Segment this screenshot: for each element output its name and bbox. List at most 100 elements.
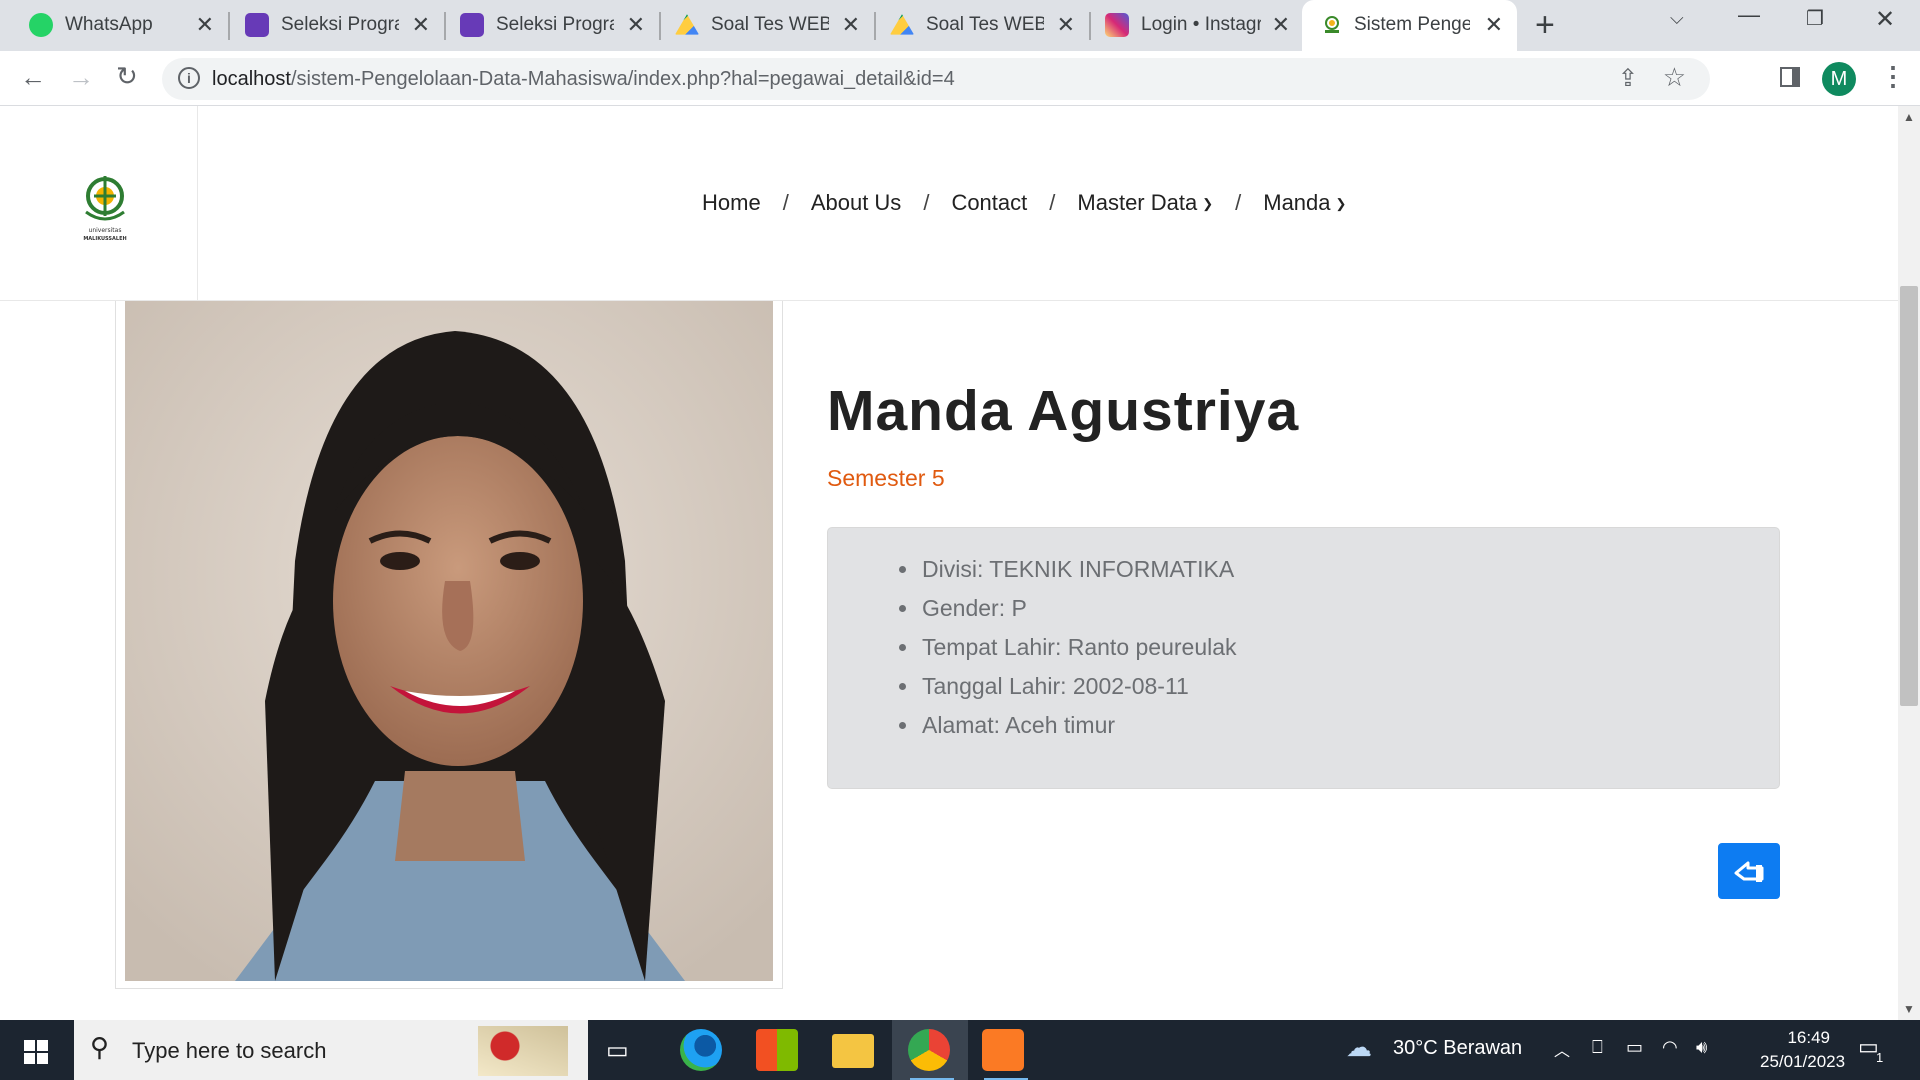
logo-container: universitas MALIKUSSALEH: [0, 106, 198, 301]
page-scrollbar[interactable]: ▲ ▼: [1898, 106, 1920, 1020]
close-tab-icon[interactable]: ✕: [842, 12, 860, 38]
clock-date: 25/01/2023: [1760, 1052, 1846, 1071]
google-forms-icon: [245, 13, 269, 37]
instagram-icon: [1105, 13, 1129, 37]
volume-icon[interactable]: 🔊︎: [1696, 1037, 1707, 1058]
system-clock[interactable]: 16:49 25/01/2023: [1760, 1026, 1846, 1074]
edge-browser-icon[interactable]: [680, 1029, 722, 1071]
profile-name: Manda Agustriya: [827, 379, 1300, 443]
wifi-icon[interactable]: ◠: [1662, 1037, 1678, 1058]
nav-master-data[interactable]: Master Data ❯: [1077, 190, 1213, 216]
bookmark-star-icon[interactable]: ☆: [1663, 62, 1686, 93]
device-icon[interactable]: ⎕: [1592, 1037, 1603, 1058]
google-drive-icon: [890, 14, 914, 35]
tab-title: Soal Tes WEB D: [711, 14, 829, 35]
scroll-down-icon[interactable]: ▼: [1903, 1002, 1915, 1016]
windows-taskbar: ⚲ Type here to search ▭ ☁ 30°C Berawan ︿…: [0, 1020, 1920, 1080]
file-explorer-icon[interactable]: [832, 1034, 874, 1068]
profile-details-list: Divisi: TEKNIK INFORMATIKA Gender: P Tem…: [920, 550, 1237, 745]
detail-tempat-lahir: Tempat Lahir: Ranto peureulak: [920, 628, 1237, 667]
scrollbar-thumb[interactable]: [1900, 286, 1918, 706]
google-forms-icon: [460, 13, 484, 37]
address-bar[interactable]: i localhost/sistem-Pengelolaan-Data-Maha…: [162, 58, 1710, 100]
site-info-icon[interactable]: i: [178, 67, 200, 89]
detail-alamat: Alamat: Aceh timur: [920, 706, 1237, 745]
web-page: universitas MALIKUSSALEH Home / About Us…: [0, 106, 1898, 1020]
tab-title: Seleksi Program: [281, 14, 399, 35]
share-icon[interactable]: ⇪: [1618, 64, 1638, 93]
main-navigation: Home / About Us / Contact / Master Data ❯…: [702, 190, 1346, 216]
back-hand-button[interactable]: [1718, 843, 1780, 899]
new-tab-icon[interactable]: +: [1535, 6, 1555, 45]
weather-text[interactable]: 30°C Berawan: [1393, 1037, 1522, 1060]
browser-tab-strip: WhatsApp ✕ Seleksi Program ✕ Seleksi Pro…: [0, 0, 1920, 51]
tab-whatsapp[interactable]: WhatsApp ✕: [0, 0, 230, 51]
university-logo[interactable]: universitas MALIKUSSALEH: [76, 172, 136, 244]
close-tab-icon[interactable]: ✕: [1057, 12, 1075, 38]
nav-user-label: Manda: [1263, 190, 1331, 215]
task-view-icon[interactable]: ▭: [606, 1036, 648, 1078]
tab-title: Login • Instagram: [1141, 14, 1261, 35]
restore-window-icon[interactable]: ❐: [1806, 6, 1824, 31]
nav-home[interactable]: Home: [702, 190, 761, 216]
nav-master-data-label: Master Data: [1077, 190, 1198, 215]
tab-instagram[interactable]: Login • Instagram ✕: [1076, 0, 1306, 51]
tab-search-chevron-icon[interactable]: ⌵: [1670, 8, 1684, 29]
nav-user-menu[interactable]: Manda ❯: [1263, 190, 1346, 216]
chevron-down-icon: ❯: [1202, 196, 1214, 211]
forward-arrow-icon[interactable]: →: [68, 62, 94, 93]
xampp-icon[interactable]: [982, 1029, 1024, 1071]
profile-details-box: Divisi: TEKNIK INFORMATIKA Gender: P Tem…: [827, 527, 1780, 789]
close-window-icon[interactable]: ✕: [1875, 5, 1895, 34]
url-text[interactable]: localhost/sistem-Pengelolaan-Data-Mahasi…: [212, 68, 955, 91]
close-tab-icon[interactable]: ✕: [196, 12, 214, 38]
chrome-icon[interactable]: [908, 1029, 950, 1071]
nav-separator: /: [782, 190, 789, 215]
minimize-icon[interactable]: —: [1738, 2, 1760, 28]
taskbar-search-box[interactable]: ⚲ Type here to search: [74, 1020, 588, 1080]
tab-seleksi-program-2[interactable]: Seleksi Program ✕: [431, 0, 661, 51]
logo-text-line2: MALIKUSSALEH: [83, 236, 126, 242]
browser-toolbar: ← → ↻ i localhost/sistem-Pengelolaan-Dat…: [0, 51, 1920, 106]
search-icon: ⚲: [90, 1032, 110, 1062]
tab-seleksi-program-1[interactable]: Seleksi Program ✕: [216, 0, 446, 51]
close-tab-icon[interactable]: ✕: [627, 12, 645, 38]
reload-icon[interactable]: ↻: [116, 61, 138, 92]
close-tab-icon[interactable]: ✕: [412, 12, 430, 38]
microsoft-store-icon[interactable]: [756, 1029, 798, 1071]
tab-title: WhatsApp: [65, 14, 153, 35]
nav-about-us[interactable]: About Us: [811, 190, 902, 216]
show-hidden-icons-chevron[interactable]: ︿: [1554, 1037, 1570, 1061]
detail-gender: Gender: P: [920, 589, 1237, 628]
url-path: /sistem-Pengelolaan-Data-Mahasiswa/index…: [290, 68, 955, 90]
university-logo-icon: [1320, 13, 1344, 37]
notification-badge: 1: [1876, 1050, 1884, 1065]
profile-semester: Semester 5: [827, 465, 945, 491]
nav-separator: /: [1235, 190, 1242, 215]
profile-photo-frame: [115, 301, 783, 989]
nav-contact[interactable]: Contact: [951, 190, 1027, 216]
browser-menu-icon[interactable]: ⋮: [1880, 61, 1906, 92]
nav-separator: /: [1049, 190, 1056, 215]
windows-start-icon[interactable]: [24, 1040, 48, 1064]
side-panel-icon[interactable]: [1780, 67, 1800, 87]
tab-sistem-pengelolaan[interactable]: Sistem Pengelola ✕: [1302, 0, 1517, 51]
battery-icon[interactable]: ▭: [1626, 1037, 1643, 1058]
profile-photo: [125, 301, 773, 981]
scroll-up-icon[interactable]: ▲: [1903, 110, 1915, 124]
tab-title: Seleksi Program: [496, 14, 614, 35]
nav-separator: /: [923, 190, 930, 215]
logo-text-line1: universitas: [89, 227, 122, 234]
tab-title: Soal Tes WEB D: [926, 14, 1044, 35]
google-drive-icon: [675, 14, 699, 35]
profile-avatar[interactable]: M: [1822, 62, 1856, 96]
chevron-down-icon: ❯: [1335, 196, 1347, 211]
tab-soal-tes-2[interactable]: Soal Tes WEB D ✕: [861, 0, 1091, 51]
tab-title: Sistem Pengelola: [1354, 14, 1470, 35]
close-tab-icon[interactable]: ✕: [1272, 12, 1290, 38]
taskbar-search-placeholder: Type here to search: [132, 1038, 327, 1063]
close-tab-icon[interactable]: ✕: [1485, 12, 1503, 38]
tab-soal-tes-1[interactable]: Soal Tes WEB D ✕: [646, 0, 876, 51]
weather-cloud-icon[interactable]: ☁: [1346, 1032, 1372, 1063]
back-arrow-icon[interactable]: ←: [20, 62, 46, 93]
